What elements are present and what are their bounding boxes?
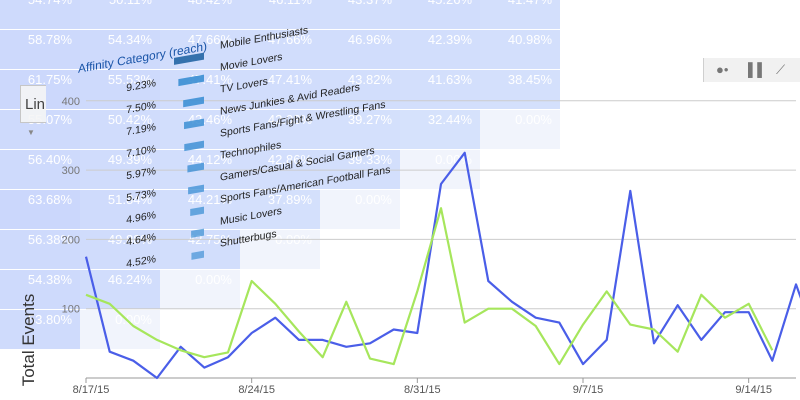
affinity-value-label: 5.73% <box>126 187 156 204</box>
y-tick-label: 100 <box>62 304 80 316</box>
affinity-value-label: 9.23% <box>126 77 156 94</box>
affinity-bar <box>190 206 205 217</box>
affinity-value-label: 5.97% <box>126 165 156 182</box>
affinity-bar <box>184 118 204 130</box>
affinity-category-label: Shutterbugs <box>220 228 277 250</box>
affinity-value-label: 7.50% <box>126 99 156 116</box>
bar-icon[interactable]: ▌▌ <box>748 62 766 77</box>
affinity-value-label: 7.19% <box>126 121 156 138</box>
affinity-value-label: 4.96% <box>126 209 156 226</box>
line-icon[interactable]: ⟋ <box>776 62 785 78</box>
affinity-value-label: 4.52% <box>126 253 156 270</box>
affinity-group: Affinity Category (reach)Mobile Enthusia… <box>78 24 390 270</box>
affinity-value-label: 4.64% <box>126 231 156 248</box>
affinity-value-label: 7.10% <box>126 143 156 160</box>
chevron-down-icon[interactable]: ▼ <box>27 128 35 137</box>
line-chart-tab[interactable]: Lin <box>20 85 46 123</box>
affinity-bar <box>191 228 205 238</box>
x-tick-label: 8/31/15 <box>404 384 441 396</box>
affinity-category-label: Music Lovers <box>220 205 282 228</box>
affinity-chart: Affinity Category (reach)Mobile Enthusia… <box>78 24 390 270</box>
x-tick-label: 8/17/15 <box>73 384 110 396</box>
y-axis-label: Total Events <box>19 294 38 387</box>
affinity-category-label: Mobile Enthusiasts <box>220 24 308 51</box>
scatter-icon[interactable]: ●• <box>716 62 728 77</box>
x-tick-label: 9/14/15 <box>735 384 772 396</box>
x-tick-label: 8/24/15 <box>238 384 275 396</box>
affinity-category-label: Movie Lovers <box>220 51 282 74</box>
affinity-bar <box>191 250 204 260</box>
affinity-bar <box>183 96 204 108</box>
chart-type-toolbar: ●• ▌▌ ⟋ <box>703 58 800 82</box>
affinity-bar <box>187 162 204 173</box>
affinity-bar <box>188 184 204 195</box>
affinity-bar <box>178 74 205 87</box>
affinity-category-label: Technophiles <box>220 139 281 162</box>
affinity-bar <box>184 140 204 152</box>
affinity-category-label: TV Lovers <box>220 75 268 95</box>
x-tick-label: 9/7/15 <box>573 384 604 396</box>
